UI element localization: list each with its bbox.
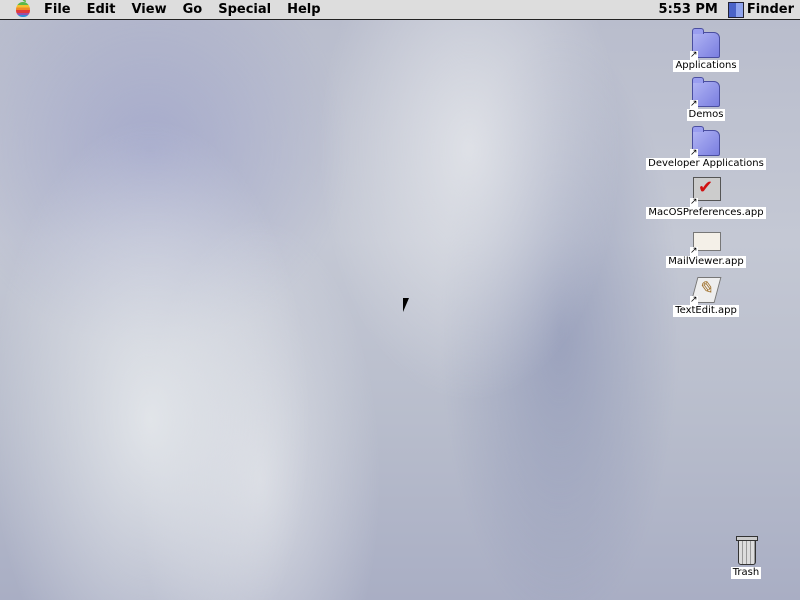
- icon-label: Trash: [730, 567, 762, 579]
- pen-notepad-icon: ↗: [690, 273, 722, 305]
- icon-label: Applications: [673, 60, 739, 72]
- alias-arrow-icon: ↗: [690, 295, 698, 305]
- menu-edit[interactable]: Edit: [79, 2, 124, 17]
- menu-help[interactable]: Help: [279, 2, 328, 17]
- folder-icon: ↗: [690, 77, 722, 109]
- menu-file[interactable]: File: [36, 2, 79, 17]
- mouse-pointer-icon: [403, 298, 409, 312]
- menu-bar: File Edit View Go Special Help 5:53 PM F…: [0, 0, 800, 20]
- icon-label: MailViewer.app: [666, 256, 746, 268]
- menu-special[interactable]: Special: [210, 2, 279, 17]
- menu-view[interactable]: View: [123, 2, 174, 17]
- trash-icon: [730, 535, 762, 567]
- menu-go[interactable]: Go: [175, 2, 211, 17]
- application-menu[interactable]: Finder: [747, 2, 800, 17]
- finder-icon[interactable]: [727, 1, 744, 18]
- monitor-checkmark-icon: ↗: [690, 175, 722, 207]
- desktop-icon-textedit[interactable]: ↗ TextEdit.app: [641, 273, 771, 317]
- alias-arrow-icon: ↗: [690, 148, 698, 158]
- apple-menu-icon[interactable]: [16, 0, 30, 17]
- desktop-icon-developer-applications[interactable]: ↗ Developer Applications: [641, 126, 771, 170]
- icon-label: TextEdit.app: [673, 305, 739, 317]
- mail-envelope-icon: ↗: [690, 224, 722, 256]
- alias-arrow-icon: ↗: [690, 246, 698, 256]
- desktop-icon-mailviewer[interactable]: ↗ MailViewer.app: [641, 224, 771, 268]
- alias-arrow-icon: ↗: [690, 197, 698, 207]
- icon-label: Demos: [686, 109, 726, 121]
- icon-label: Developer Applications: [646, 158, 766, 170]
- folder-icon: ↗: [690, 126, 722, 158]
- alias-arrow-icon: ↗: [690, 99, 698, 109]
- desktop-icon-applications[interactable]: ↗ Applications: [641, 28, 771, 72]
- clock[interactable]: 5:53 PM: [659, 2, 728, 17]
- desktop-icon-macospreferences[interactable]: ↗ MacOSPreferences.app: [641, 175, 771, 219]
- folder-icon: ↗: [690, 28, 722, 60]
- alias-arrow-icon: ↗: [690, 50, 698, 60]
- icon-label: MacOSPreferences.app: [646, 207, 766, 219]
- desktop-icon-demos[interactable]: ↗ Demos: [641, 77, 771, 121]
- desktop-icon-trash[interactable]: Trash: [681, 535, 800, 579]
